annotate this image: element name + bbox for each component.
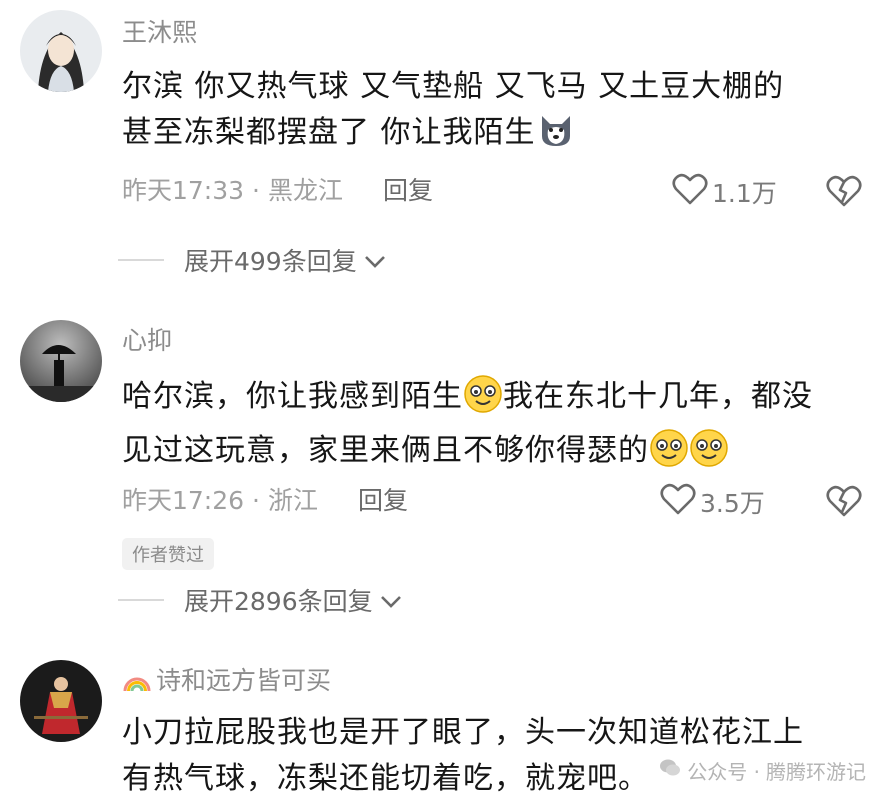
heart-icon: [672, 172, 708, 212]
broken-heart-icon: [826, 485, 862, 522]
comment-text: 哈尔滨，你让我感到陌生 我在东北十几年，都没 见过这玩意，家里来俩且不够你得瑟的: [122, 374, 872, 482]
comment-text-segment: 甚至冻梨都摆盘了 你让我陌生: [122, 115, 536, 150]
expand-replies-button[interactable]: 展开499条回复: [118, 242, 387, 278]
watermark-prefix: 公众号 ·: [687, 760, 760, 784]
divider: [118, 259, 164, 261]
like-count: 1.1万: [712, 179, 777, 208]
like-count: 3.5万: [700, 489, 765, 518]
separator: ·: [252, 486, 260, 515]
broken-heart-icon: [826, 175, 862, 212]
comment-text: 尔滨 你又热气球 又气垫船 又飞马 又土豆大棚的 甚至冻梨都摆盘了 你让我陌生: [122, 64, 872, 164]
comment-meta: 昨天17:26 · 浙江 回复: [122, 486, 408, 516]
dislike-button[interactable]: [826, 174, 862, 212]
username-text: 诗和远方皆可买: [156, 666, 332, 695]
husky-emoji-icon: [536, 110, 576, 164]
expand-replies-label: 展开499条回复: [184, 247, 357, 276]
comment-text-segment: 哈尔滨，你让我感到陌生: [122, 379, 463, 414]
smiley-emoji-icon: [463, 374, 503, 428]
divider: [118, 599, 164, 601]
expand-replies-button[interactable]: 展开2896条回复: [118, 582, 403, 618]
timestamp: 昨天17:33: [122, 176, 245, 205]
chevron-down-icon: [363, 246, 387, 275]
comment-text-line: 见过这玩意，家里来俩且不够你得瑟的: [122, 428, 872, 482]
reply-button[interactable]: 回复: [383, 176, 433, 205]
like-button[interactable]: 3.5万: [660, 482, 765, 522]
comment-text-line: 小刀拉屁股我也是开了眼了，头一次知道松花江上: [122, 715, 804, 750]
separator: ·: [252, 176, 260, 205]
rainbow-icon: [122, 667, 152, 700]
comment-meta: 昨天17:33 · 黑龙江 回复: [122, 176, 433, 206]
heart-icon: [660, 482, 696, 522]
dislike-button[interactable]: [826, 484, 862, 522]
location: 浙江: [268, 486, 319, 515]
chevron-down-icon: [379, 586, 403, 615]
avatar[interactable]: [20, 320, 102, 402]
username[interactable]: 王沐熙: [122, 18, 197, 48]
comment-text-line: 甚至冻梨都摆盘了 你让我陌生: [122, 110, 872, 164]
avatar[interactable]: [20, 660, 102, 742]
smiley-emoji-icon: [649, 428, 689, 482]
username[interactable]: 心抑: [122, 326, 172, 356]
username[interactable]: 诗和远方皆可买: [122, 666, 331, 700]
timestamp: 昨天17:26: [122, 486, 245, 515]
smiley-emoji-icon: [689, 428, 729, 482]
reply-button[interactable]: 回复: [358, 486, 408, 515]
author-liked-badge: 作者赞过: [122, 538, 214, 570]
comment-text-segment: 见过这玩意，家里来俩且不够你得瑟的: [122, 433, 649, 468]
like-button[interactable]: 1.1万: [672, 172, 777, 212]
wechat-icon: [659, 758, 681, 783]
expand-replies-label: 展开2896条回复: [184, 587, 373, 616]
watermark: 公众号 · 腾腾环游记: [659, 756, 866, 785]
comment-text-line: 尔滨 你又热气球 又气垫船 又飞马 又土豆大棚的: [122, 69, 785, 104]
watermark-name: 腾腾环游记: [766, 760, 866, 784]
comment-text-line: 哈尔滨，你让我感到陌生 我在东北十几年，都没: [122, 374, 872, 428]
avatar[interactable]: [20, 10, 102, 92]
comment-text-segment: 我在东北十几年，都没: [503, 379, 813, 414]
location: 黑龙江: [268, 176, 344, 205]
